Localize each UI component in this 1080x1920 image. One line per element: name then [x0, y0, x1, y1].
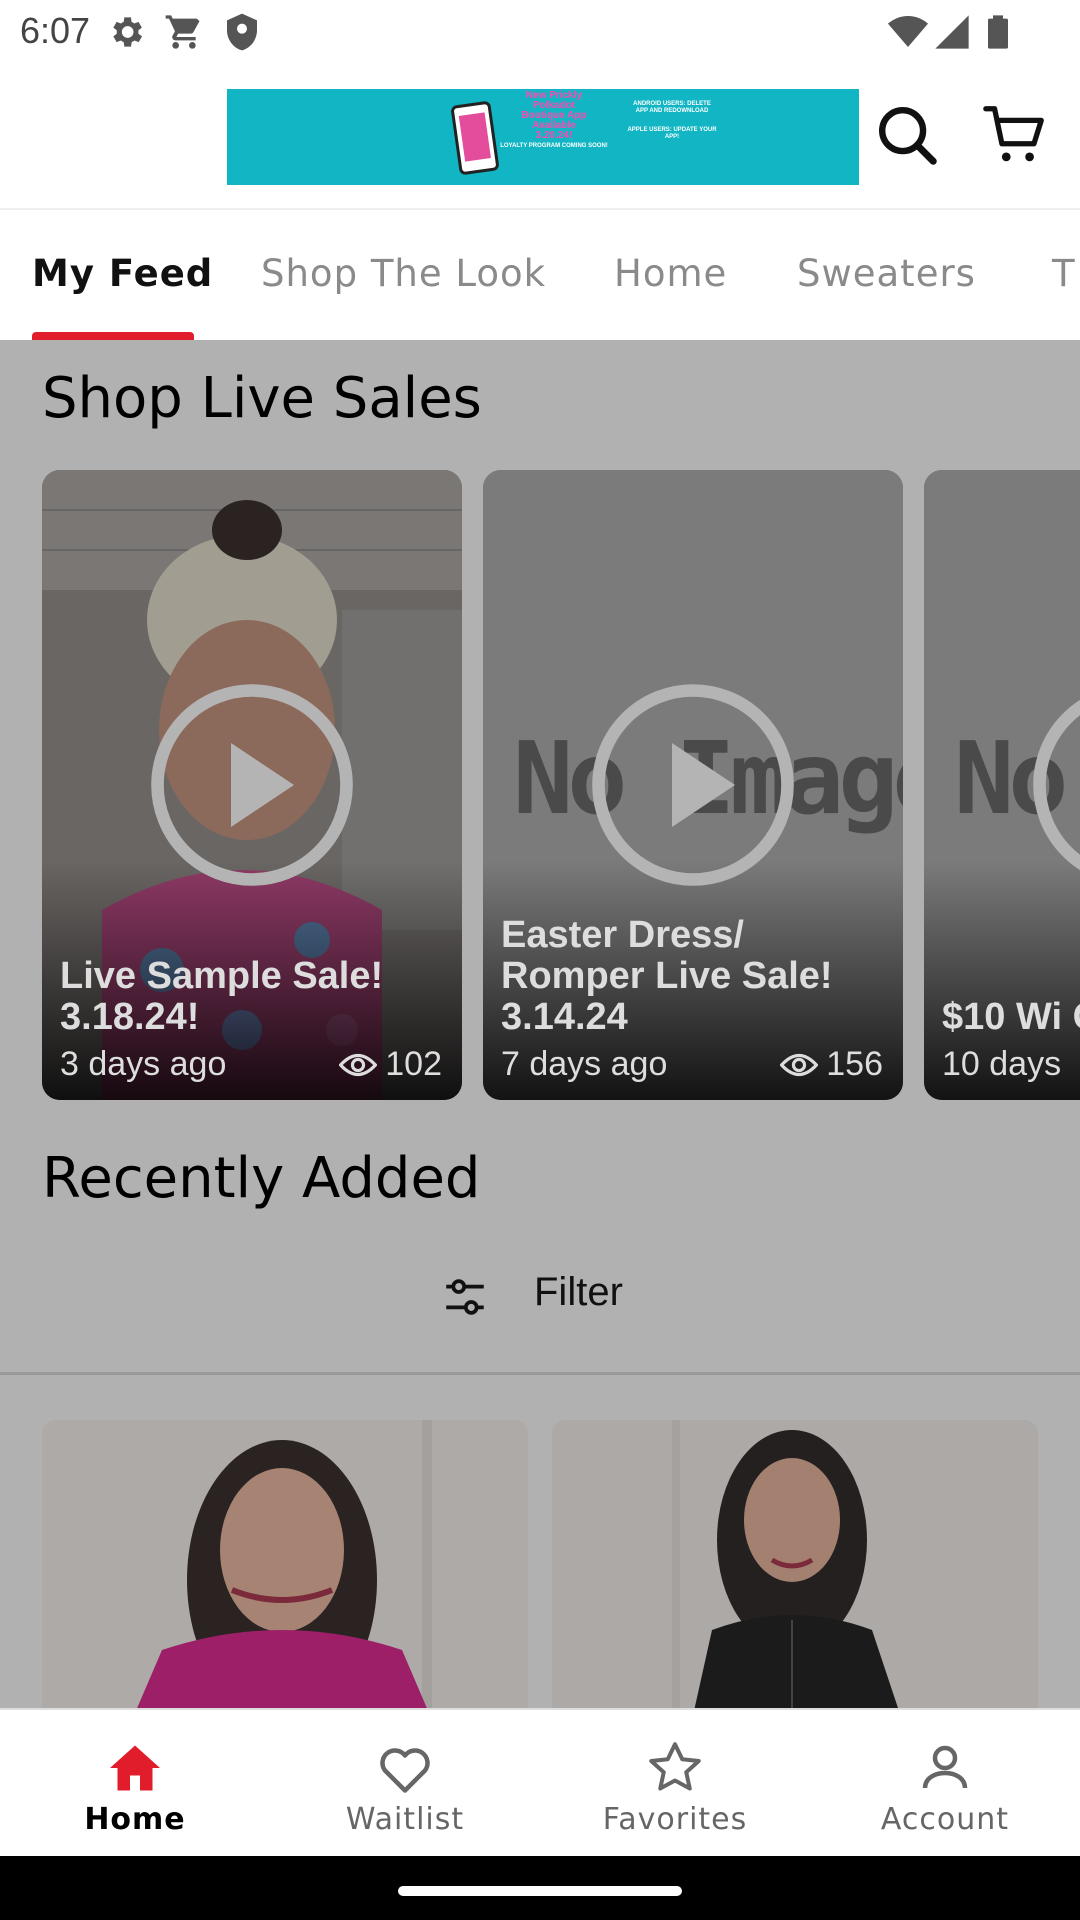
gear-icon [113, 17, 142, 47]
live-sale-card[interactable]: Live Sample Sale! 3.18.24! 3 days ago 10… [42, 470, 462, 1100]
bottom-navigation: Home Waitlist Favorites Account [0, 1708, 1080, 1856]
view-count: 156 [780, 1045, 883, 1084]
product-card[interactable] [552, 1420, 1038, 1708]
filter-button[interactable]: Filter [534, 1270, 623, 1315]
filter-icon[interactable] [440, 1272, 490, 1322]
status-bar: 6:07 [0, 0, 1080, 62]
live-sale-age: 3 days ago [60, 1045, 227, 1083]
eye-icon [780, 1053, 819, 1076]
phone-graphic [450, 100, 500, 176]
status-time: 6:07 [20, 10, 91, 51]
recently-added-title: Recently Added [42, 1146, 481, 1211]
signal-icon [935, 15, 969, 49]
nav-label: Favorites [602, 1802, 748, 1837]
person-icon [922, 1745, 968, 1789]
home-icon [110, 1745, 160, 1791]
product-card[interactable] [42, 1420, 528, 1708]
view-count: 102 [339, 1045, 442, 1084]
nav-waitlist[interactable]: Waitlist [270, 1710, 540, 1858]
nav-account[interactable]: Account [810, 1710, 1080, 1858]
system-gesture-bar [0, 1856, 1080, 1920]
live-sale-age: 7 days ago [501, 1045, 668, 1083]
banner-headline: New Prickly Polkadot Boutique App Availa… [500, 90, 608, 150]
live-sale-title: $10 Wi Clear C [942, 996, 1080, 1038]
heart-icon [380, 1748, 430, 1793]
feed-content: Shop Live Sales Live Sample Sale! 3.18.2… [0, 340, 1080, 1708]
view-count-value: 156 [826, 1045, 883, 1083]
view-count-value: 102 [385, 1045, 442, 1083]
banner-notice: ANDROID USERS: DELETE APP AND REDOWNLOAD… [627, 101, 717, 140]
live-sale-card[interactable]: No $10 Wi Clear C 10 days [924, 470, 1080, 1100]
nav-home[interactable]: Home [0, 1710, 270, 1858]
nav-label: Home [84, 1802, 186, 1837]
search-icon[interactable] [872, 100, 942, 170]
tab-shop-the-look[interactable]: Shop The Look [261, 252, 546, 295]
product-photo [552, 1420, 1038, 1708]
tab-next[interactable]: T [1052, 252, 1076, 295]
active-tab-indicator [32, 332, 194, 340]
wifi-icon [888, 16, 928, 47]
shield-icon [227, 13, 257, 51]
play-icon[interactable] [588, 680, 798, 890]
tab-sweaters[interactable]: Sweaters [797, 252, 976, 295]
product-photo [42, 1420, 528, 1708]
nav-label: Account [880, 1802, 1010, 1837]
eye-icon [339, 1053, 378, 1076]
divider [0, 1372, 1080, 1375]
home-gesture-handle[interactable] [398, 1886, 682, 1896]
cart-icon [165, 15, 200, 49]
live-sale-title: Easter Dress/ Romper Live Sale! 3.14.24 [501, 914, 833, 1038]
app-header: New Prickly Polkadot Boutique App Availa… [0, 62, 1080, 210]
promo-banner[interactable]: New Prickly Polkadot Boutique App Availa… [227, 89, 859, 185]
tab-home[interactable]: Home [614, 252, 727, 295]
nav-favorites[interactable]: Favorites [540, 1710, 810, 1858]
live-sale-title: Live Sample Sale! 3.18.24! [60, 955, 384, 1038]
live-sale-age: 10 days [942, 1045, 1062, 1083]
tab-my-feed[interactable]: My Feed [32, 252, 213, 295]
nav-label: Waitlist [345, 1802, 465, 1837]
live-sale-card[interactable]: No Image Easter Dress/ Romper Live Sale!… [483, 470, 903, 1100]
play-icon[interactable] [147, 680, 357, 890]
battery-icon [988, 15, 1008, 49]
category-tabs: My Feed Shop The Look Home Sweaters T [0, 210, 1080, 340]
star-icon [649, 1742, 701, 1791]
cart-icon[interactable] [980, 100, 1050, 170]
play-icon[interactable] [1029, 680, 1080, 890]
live-sales-title: Shop Live Sales [42, 366, 482, 431]
